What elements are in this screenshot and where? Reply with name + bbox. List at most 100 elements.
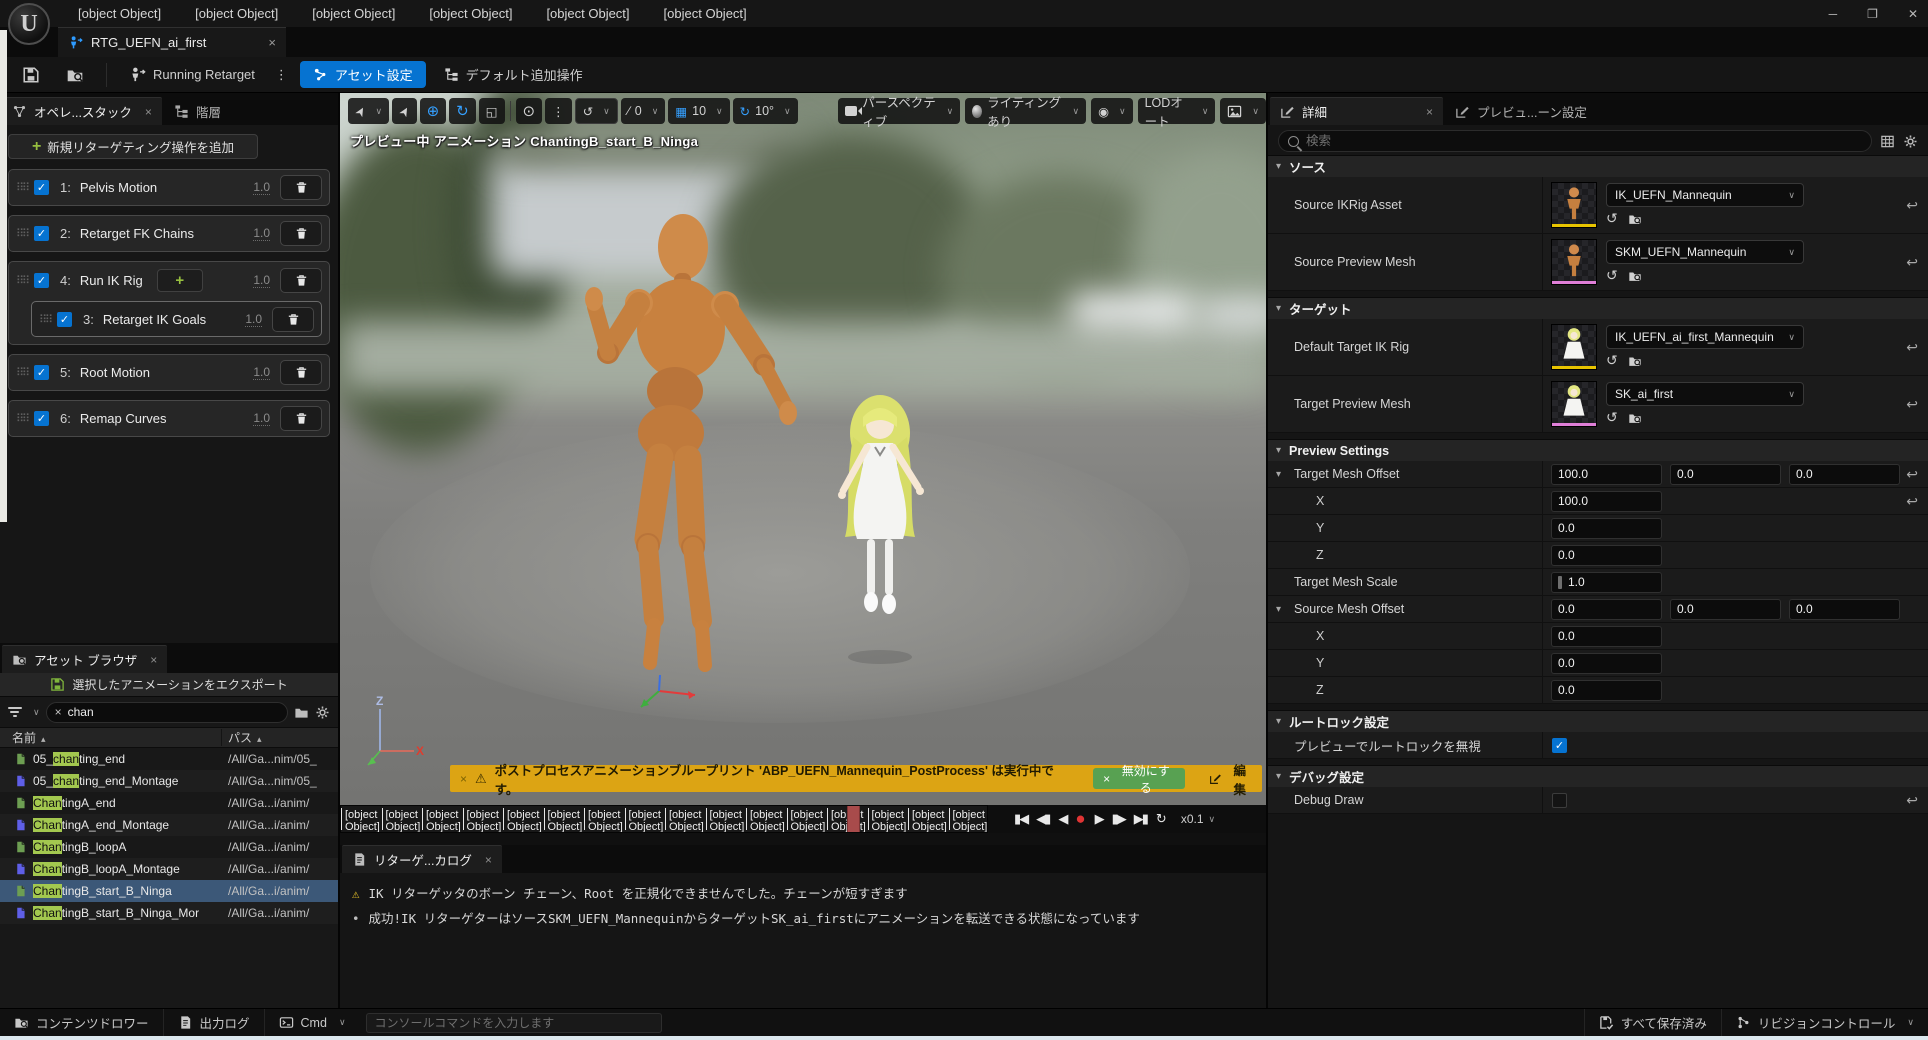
menu-item[interactable]: [object Object] (195, 6, 278, 21)
drag-handle-icon[interactable]: ⠿⠿ (16, 366, 28, 379)
op-enabled-checkbox[interactable]: ✓ (34, 273, 49, 288)
op-row-root-motion[interactable]: ⠿⠿ ✓ 5: Root Motion 1.0 (8, 354, 330, 391)
asset-row[interactable]: ChantingB_start_B_Ninga_Mor /All/Ga...i/… (0, 902, 338, 924)
column-header-name[interactable]: 名前▴ (0, 729, 222, 746)
section-source[interactable]: ▾ソース (1268, 155, 1928, 177)
tab-asset-browser[interactable]: アセット ブラウザ × (2, 645, 167, 673)
use-selected-asset-icon[interactable]: ↺ (1606, 352, 1618, 369)
all-saved-button[interactable]: すべて保存済み (1585, 1009, 1721, 1036)
asset-row[interactable]: ChantingA_end_Montage /All/Ga...i/anim/ (0, 814, 338, 836)
op-row-run-ik-rig[interactable]: ⠿⠿ ✓ 4: Run IK Rig + 1.0 (9, 262, 329, 299)
section-preview-settings[interactable]: ▾Preview Settings (1268, 439, 1928, 461)
op-row-retarget-fk-chains[interactable]: ⠿⠿ ✓ 2: Retarget FK Chains 1.0 (8, 215, 330, 252)
asset-row[interactable]: 05_chanting_end_Montage /All/Ga...nim/05… (0, 770, 338, 792)
source-mesh-dropdown[interactable]: SKM_UEFN_Mannequin∨ (1606, 240, 1804, 264)
op-weight-value[interactable]: 1.0 (253, 365, 270, 380)
retarget-options-dots-button[interactable]: ⋮ (273, 63, 290, 87)
op-weight-value[interactable]: 1.0 (253, 180, 270, 195)
minimize-button[interactable]: ─ (1829, 7, 1838, 21)
translate-gizmo[interactable] (635, 673, 705, 713)
op-row-pelvis-motion[interactable]: ⠿⠿ ✓ 1: Pelvis Motion 1.0 (8, 169, 330, 206)
asset-thumbnail[interactable] (1551, 381, 1597, 427)
save-button[interactable] (14, 62, 48, 88)
browse-to-asset-icon[interactable] (1628, 354, 1642, 368)
transport-to-end-button[interactable]: ▶▮ (1134, 811, 1147, 827)
drag-handle-icon[interactable]: ⠿⠿ (16, 227, 28, 240)
running-retarget-button[interactable]: Running Retarget (121, 62, 263, 87)
source-offset-z-field[interactable]: 0.0 (1789, 599, 1900, 620)
close-tab-icon[interactable]: × (268, 35, 276, 50)
target-offset-x-field[interactable]: 100.0 (1551, 464, 1662, 485)
delete-op-button[interactable] (280, 406, 322, 431)
tab-preview-scene-settings[interactable]: プレビュ...ーン設定 (1445, 97, 1597, 125)
add-retarget-op-button[interactable]: + 新規リターゲティング操作を追加 (8, 134, 258, 159)
tab-hierarchy[interactable]: 階層 (164, 97, 231, 125)
drag-handle-icon[interactable]: ⠿⠿ (39, 313, 51, 326)
drag-handle-icon[interactable]: ⠿⠿ (16, 274, 28, 287)
op-row-remap-curves[interactable]: ⠿⠿ ✓ 6: Remap Curves 1.0 (8, 400, 330, 437)
output-log-button[interactable]: 出力ログ (164, 1009, 264, 1036)
surface-snap-button[interactable]: ∕0∨ (621, 98, 666, 124)
edit-postprocess-button[interactable]: 編集 (1209, 760, 1252, 798)
delete-op-button[interactable] (280, 268, 322, 293)
op-weight-value[interactable]: 1.0 (245, 312, 262, 327)
revision-control-button[interactable]: リビジョンコントロール ∨ (1722, 1009, 1928, 1036)
asset-settings-button[interactable]: アセット設定 (300, 61, 426, 88)
z-value-field[interactable]: 0.0 (1551, 545, 1662, 566)
x-value-field[interactable]: 0.0 (1551, 626, 1662, 647)
delete-op-button[interactable] (280, 360, 322, 385)
show-flags-button[interactable]: ◉∨ (1091, 98, 1133, 124)
slider-grip[interactable] (1558, 576, 1562, 589)
browse-to-asset-button[interactable] (58, 62, 92, 88)
source-offset-x-field[interactable]: 0.0 (1551, 599, 1662, 620)
timeline-playhead[interactable] (847, 806, 860, 833)
op-enabled-checkbox[interactable]: ✓ (34, 180, 49, 195)
z-value-field[interactable]: 0.0 (1551, 680, 1662, 701)
add-child-op-button[interactable]: + (157, 269, 203, 292)
viewport-scene[interactable]: Z X ➤∨ ➤ ⊕ ↻ ◱ ⊙ ⋮ ↺∨ ∕0∨ ▦10∨ ↻10°∨ パース… (340, 93, 1266, 805)
menu-item[interactable]: [object Object] (546, 6, 629, 21)
filter-chevron-icon[interactable]: ∨ (33, 707, 40, 718)
settings-gear-icon[interactable] (1903, 134, 1918, 149)
transport-record-button[interactable]: ● (1075, 809, 1085, 829)
perspective-button[interactable]: パースペクティブ∨ (838, 98, 960, 124)
reset-to-default-icon[interactable]: ↩ (1906, 339, 1918, 356)
transport-play-reverse-button[interactable]: ◀ (1058, 811, 1066, 827)
lod-auto-button[interactable]: LODオート∨ (1138, 98, 1216, 124)
delete-op-button[interactable] (280, 175, 322, 200)
dismiss-warning-icon[interactable]: × (460, 772, 467, 786)
target-character[interactable] (815, 385, 945, 675)
op-weight-value[interactable]: 1.0 (253, 411, 270, 426)
tab-rtg-uefn-ai-first[interactable]: RTG_UEFN_ai_first × (58, 27, 286, 57)
rotation-mode-button[interactable]: ↺∨ (575, 98, 618, 124)
tab-details[interactable]: 詳細 × (1270, 97, 1443, 125)
transport-loop-button[interactable]: ↻ (1156, 811, 1165, 827)
select-tool-button[interactable]: ➤ (392, 98, 416, 124)
reset-to-default-icon[interactable]: ↩ (1906, 493, 1918, 510)
transport-step-back-button[interactable]: ◀▮ (1036, 811, 1049, 827)
reset-to-default-icon[interactable]: ↩ (1906, 254, 1918, 271)
op-row-retarget-ik-goals[interactable]: ⠿⠿ ✓ 3: Retarget IK Goals 1.0 (31, 301, 322, 337)
asset-row[interactable]: 05_chanting_end /All/Ga...nim/05_ (0, 748, 338, 770)
export-animations-button[interactable]: 選択したアニメーションをエクスポート (0, 673, 338, 697)
target-ikrig-dropdown[interactable]: IK_UEFN_ai_first_Mannequin∨ (1606, 325, 1804, 349)
delete-op-button[interactable] (272, 307, 314, 332)
settings-gear-icon[interactable] (315, 705, 330, 720)
target-mesh-dropdown[interactable]: SK_ai_first∨ (1606, 382, 1804, 406)
caret-down-icon[interactable]: ▾ (1276, 604, 1281, 615)
use-selected-asset-icon[interactable]: ↺ (1606, 409, 1618, 426)
asset-row[interactable]: ChantingB_loopA /All/Ga...i/anim/ (0, 836, 338, 858)
clear-search-icon[interactable]: × (55, 705, 62, 719)
use-selected-asset-icon[interactable]: ↺ (1606, 210, 1618, 227)
asset-search-input[interactable] (68, 705, 279, 719)
section-debug[interactable]: ▾デバッグ設定 (1268, 765, 1928, 787)
tab-op-stack[interactable]: オペレ...スタック × (2, 97, 162, 125)
debug-draw-checkbox[interactable] (1552, 793, 1567, 808)
tab-retarget-log[interactable]: リターゲ...カログ × (342, 845, 502, 873)
source-mannequin-character[interactable] (555, 205, 805, 715)
reset-to-default-icon[interactable]: ↩ (1906, 197, 1918, 214)
delete-op-button[interactable] (280, 221, 322, 246)
maximize-button[interactable]: ❐ (1867, 7, 1878, 21)
viewport-options-button[interactable]: ➤∨ (348, 98, 389, 124)
op-enabled-checkbox[interactable]: ✓ (57, 312, 72, 327)
